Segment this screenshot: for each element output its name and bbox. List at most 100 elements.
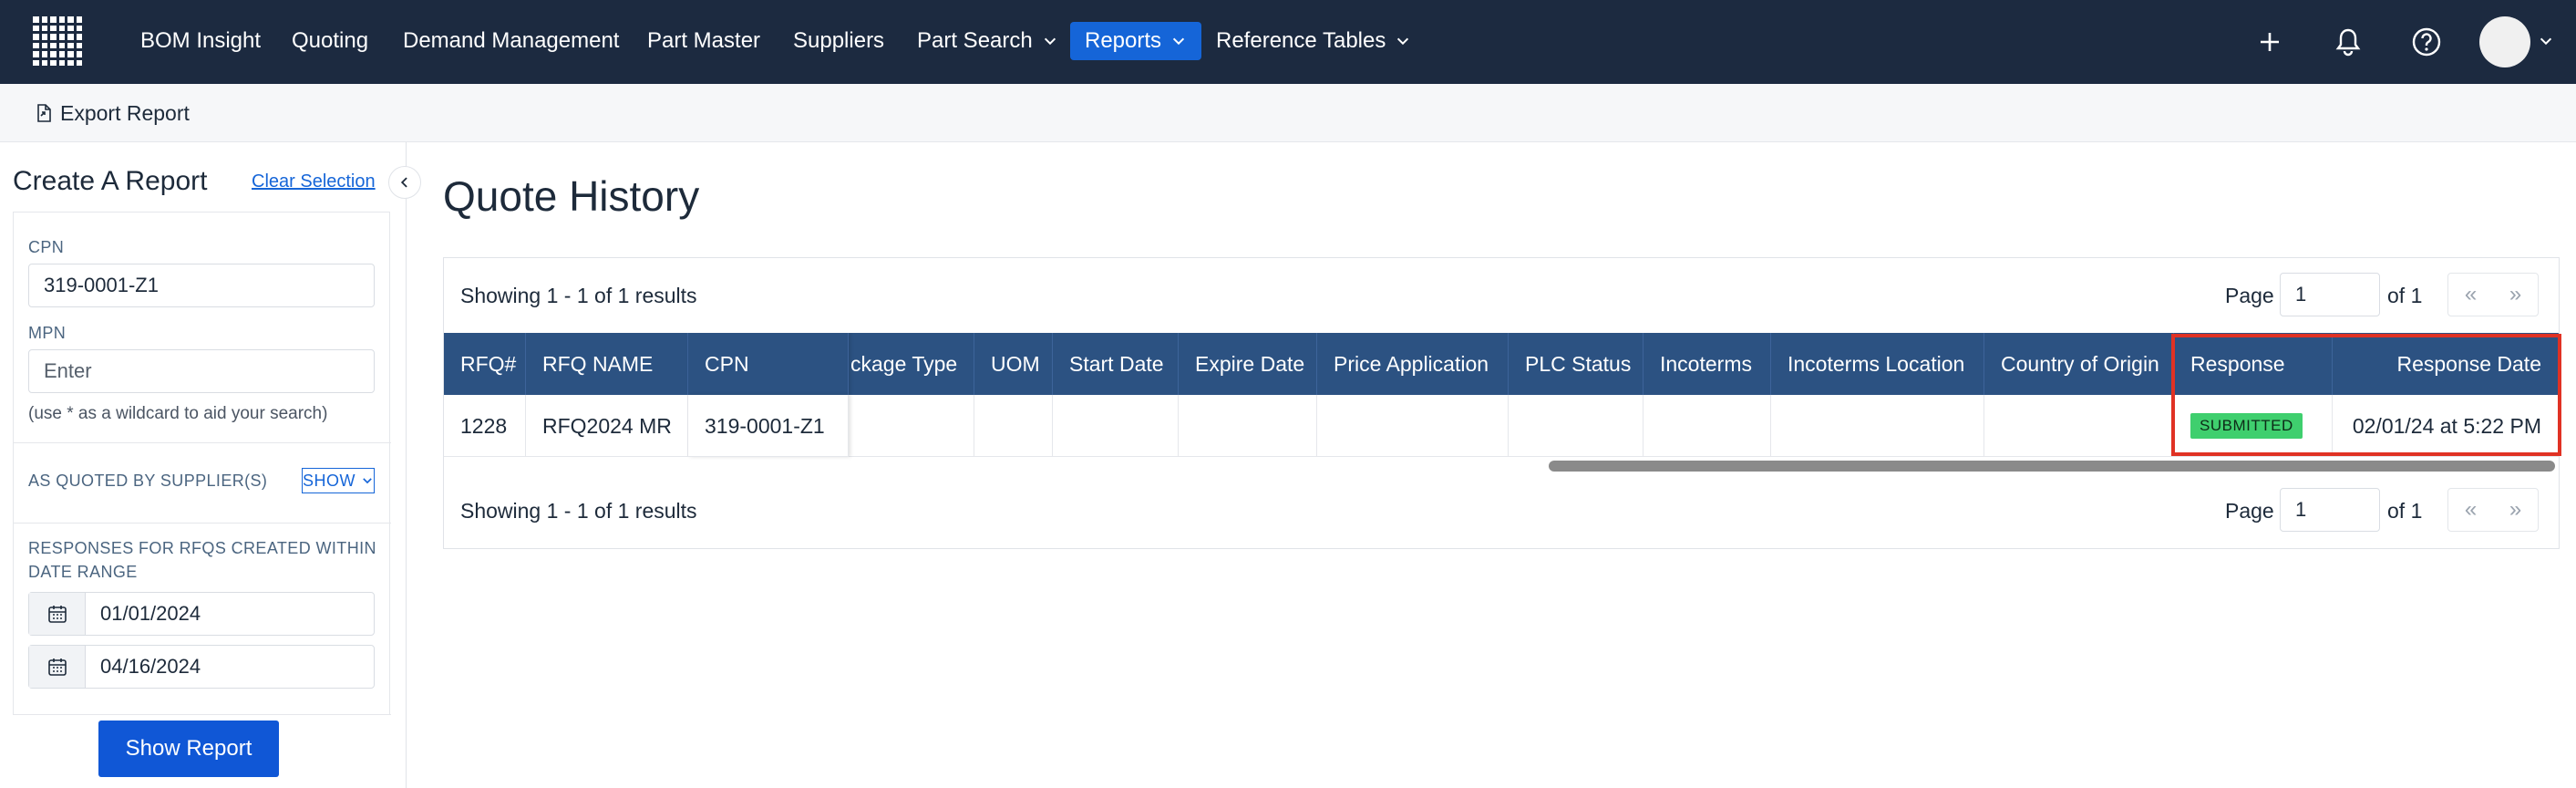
- nav-item-bom-insight[interactable]: BOM Insight: [126, 22, 275, 60]
- prev-page-button[interactable]: «: [2448, 274, 2493, 316]
- cell-country-of-origin: [1984, 395, 2174, 457]
- collapse-sidebar-button[interactable]: [388, 166, 421, 199]
- nav-item-reference-tables[interactable]: Reference Tables: [1201, 22, 1426, 60]
- horizontal-scrollbar[interactable]: [1549, 461, 2555, 472]
- next-page-button[interactable]: »: [2493, 489, 2538, 531]
- filter-panel: CPN MPN (use * as a wildcard to aid your…: [13, 212, 391, 715]
- divider: [14, 523, 391, 524]
- column-header-incoterms[interactable]: Incoterms: [1643, 333, 1771, 395]
- show-report-button[interactable]: Show Report: [98, 721, 279, 777]
- export-report-button[interactable]: Export Report: [33, 97, 190, 130]
- column-header-price-application[interactable]: Price Application: [1317, 333, 1509, 395]
- column-header-rfq-number[interactable]: RFQ#: [444, 333, 526, 395]
- cell-price-application: [1317, 395, 1509, 457]
- top-navigation-bar: BOM Insight Quoting Demand Management Pa…: [0, 0, 2576, 84]
- column-header-expire-date[interactable]: Expire Date: [1179, 333, 1317, 395]
- create-report-sidebar: Create A Report Clear Selection CPN MPN …: [0, 142, 407, 788]
- page-label: Page: [2225, 284, 2274, 307]
- cell-incoterms-location: [1771, 395, 1984, 457]
- nav-item-label: Part Master: [647, 28, 761, 53]
- chevron-down-icon: [1044, 37, 1056, 46]
- chevron-left-icon: [400, 177, 407, 188]
- cell-uom: [974, 395, 1053, 457]
- page-of-label: of 1: [2387, 499, 2423, 523]
- results-card: Showing 1 - 1 of 1 results Page 1 of 1 «…: [443, 257, 2560, 549]
- quoted-by-label: AS QUOTED BY SUPPLIER(S): [28, 472, 268, 490]
- column-header-plc-status[interactable]: PLC Status: [1509, 333, 1643, 395]
- cell-start-date: [1053, 395, 1179, 457]
- cell-response: SUBMITTED: [2174, 395, 2333, 457]
- status-badge: SUBMITTED: [2190, 413, 2303, 439]
- start-date-input[interactable]: 01/01/2024: [28, 592, 375, 636]
- sidebar-title: Create A Report: [13, 166, 208, 196]
- mpn-label: MPN: [28, 324, 67, 342]
- nav-item-demand-management[interactable]: Demand Management: [388, 22, 634, 60]
- column-header-rfq-name[interactable]: RFQ NAME: [526, 333, 688, 395]
- nav-item-label: Demand Management: [403, 28, 620, 53]
- nav-item-suppliers[interactable]: Suppliers: [778, 22, 899, 60]
- mpn-input[interactable]: [28, 349, 375, 393]
- export-report-label: Export Report: [60, 100, 190, 125]
- nav-item-label: Suppliers: [793, 28, 885, 53]
- results-count-top: Showing 1 - 1 of 1 results: [460, 284, 697, 307]
- nav-item-label: Quoting: [292, 28, 369, 53]
- prev-page-button[interactable]: «: [2448, 489, 2493, 531]
- cell-package-type: [849, 395, 974, 457]
- column-header-cpn[interactable]: CPN: [688, 333, 849, 395]
- page-number-input[interactable]: 1: [2280, 488, 2380, 532]
- table-row[interactable]: 1228 RFQ2024 MR 319-0001-Z1 SUBMITTED 02…: [444, 395, 2559, 457]
- pager-buttons: « »: [2447, 273, 2539, 316]
- start-date-value: 01/01/2024: [100, 602, 201, 625]
- divider: [14, 714, 391, 715]
- column-header-country-of-origin[interactable]: Country of Origin: [1984, 333, 2174, 395]
- page-label: Page: [2225, 499, 2274, 523]
- show-toggle-label: SHOW: [303, 471, 355, 490]
- column-header-uom[interactable]: UOM: [974, 333, 1053, 395]
- cpn-input[interactable]: [28, 264, 375, 307]
- clear-selection-link[interactable]: Clear Selection: [252, 171, 376, 192]
- cell-plc-status: [1509, 395, 1643, 457]
- nav-item-label: Part Search: [917, 28, 1033, 53]
- column-header-incoterms-location[interactable]: Incoterms Location: [1771, 333, 1984, 395]
- page-title: Quote History: [443, 172, 700, 220]
- column-header-response-date[interactable]: Response Date: [2333, 333, 2559, 395]
- end-date-input[interactable]: 04/16/2024: [28, 645, 375, 689]
- next-page-button[interactable]: »: [2493, 274, 2538, 316]
- mpn-hint: (use * as a wildcard to aid your search): [28, 404, 328, 423]
- chevron-down-icon[interactable]: [2538, 33, 2554, 49]
- results-count-bottom: Showing 1 - 1 of 1 results: [460, 499, 697, 523]
- date-range-label-line1: RESPONSES FOR RFQS CREATED WITHIN: [28, 539, 376, 557]
- column-header-response[interactable]: Response: [2174, 333, 2333, 395]
- nav-item-part-search[interactable]: Part Search: [902, 22, 1073, 60]
- column-header-package-type[interactable]: ckage Type: [849, 333, 974, 395]
- column-header-start-date[interactable]: Start Date: [1053, 333, 1179, 395]
- report-toolbar: Export Report: [0, 84, 2576, 142]
- page-number-input[interactable]: 1: [2280, 273, 2380, 316]
- divider: [14, 442, 391, 443]
- nav-item-quoting[interactable]: Quoting: [277, 22, 383, 60]
- chevron-down-icon: [1397, 37, 1409, 46]
- cell-response-date: 02/01/24 at 5:22 PM: [2333, 395, 2559, 457]
- plus-icon[interactable]: [2250, 22, 2290, 62]
- cell-rfq-number: 1228: [444, 395, 526, 457]
- date-range-label-line2: DATE RANGE: [28, 563, 138, 581]
- nav-item-label: Reports: [1085, 28, 1162, 53]
- table-header-row: RFQ# RFQ NAME CPN ckage Type UOM Start D…: [444, 333, 2559, 395]
- pager-buttons: « »: [2447, 488, 2539, 532]
- cell-incoterms: [1643, 395, 1771, 457]
- cell-cpn: 319-0001-Z1: [688, 395, 849, 457]
- help-icon[interactable]: [2406, 22, 2447, 62]
- cell-expire-date: [1179, 395, 1317, 457]
- show-suppliers-toggle[interactable]: SHOW: [302, 468, 375, 493]
- app-grid-logo[interactable]: [33, 16, 82, 66]
- bell-icon[interactable]: [2328, 22, 2368, 62]
- calendar-icon: [29, 646, 86, 688]
- nav-item-reports[interactable]: Reports: [1070, 22, 1202, 60]
- calendar-icon: [29, 593, 86, 635]
- nav-item-part-master[interactable]: Part Master: [633, 22, 775, 60]
- nav-item-label: Reference Tables: [1216, 28, 1386, 53]
- quote-history-table: RFQ# RFQ NAME CPN ckage Type UOM Start D…: [444, 333, 2559, 461]
- export-file-icon: [37, 104, 51, 122]
- avatar[interactable]: [2479, 16, 2530, 67]
- chevron-down-icon: [1172, 37, 1185, 46]
